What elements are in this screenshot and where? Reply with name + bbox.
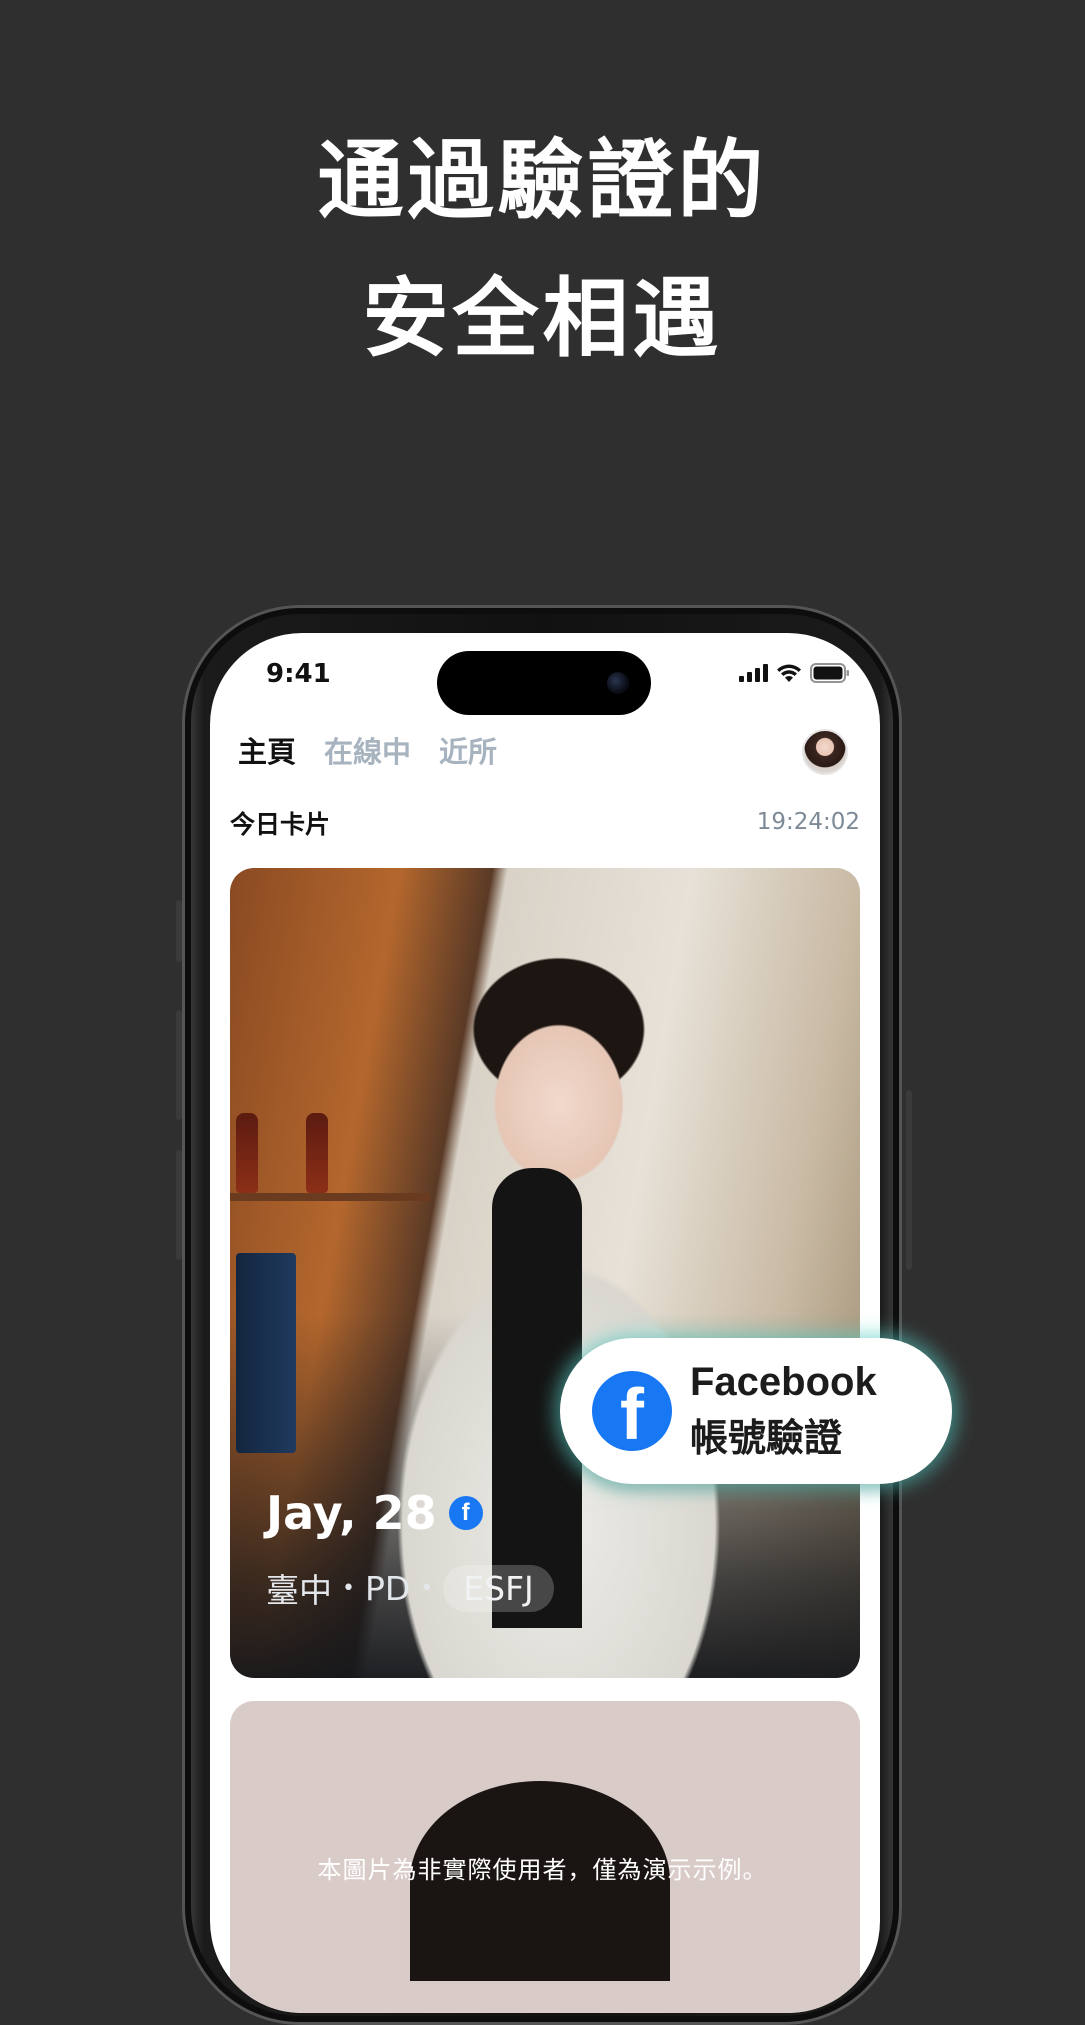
profile-name-row: Jay, 28 f bbox=[266, 1486, 483, 1540]
today-cards-title: 今日卡片 bbox=[230, 810, 331, 839]
status-icons bbox=[739, 663, 850, 683]
facebook-verification-text: Facebook 帳號驗證 bbox=[690, 1360, 877, 1462]
facebook-label: Facebook bbox=[690, 1360, 877, 1404]
wifi-icon bbox=[777, 664, 801, 682]
tab-online[interactable]: 在線中 bbox=[324, 729, 411, 771]
headline-line-2: 安全相遇 bbox=[362, 269, 723, 369]
countdown-timer: 19:24:02 bbox=[756, 809, 860, 835]
photo-bottle bbox=[236, 1113, 258, 1193]
profile-meta: 臺中 • PD • ESFJ bbox=[266, 1564, 554, 1612]
meta-separator: • bbox=[342, 1575, 355, 1601]
account-verification-label: 帳號驗證 bbox=[690, 1416, 843, 1460]
phone-volume-up-button bbox=[176, 1010, 182, 1120]
photo-bottle bbox=[306, 1113, 328, 1193]
cellular-signal-icon bbox=[739, 664, 768, 682]
photo-whisky-box bbox=[236, 1253, 296, 1453]
facebook-verified-icon: f bbox=[448, 1496, 483, 1530]
meta-separator: • bbox=[420, 1575, 434, 1601]
battery-icon bbox=[810, 663, 849, 683]
facebook-logo-icon: f bbox=[592, 1371, 672, 1451]
facebook-verification-callout: f Facebook 帳號驗證 bbox=[560, 1338, 952, 1484]
top-tabs: 主頁 在線中 近所 bbox=[238, 729, 497, 771]
phone-screen: 9:41 主頁 在線中 近所 今日卡片 19:24:02 Jay, 28 f 臺… bbox=[210, 633, 880, 2013]
profile-city: 臺中 bbox=[266, 1571, 332, 1610]
profile-mbti-badge: ESFJ bbox=[443, 1564, 554, 1612]
headline: 通過驗證的 安全相遇 bbox=[0, 112, 1085, 388]
headline-line-1: 通過驗證的 bbox=[317, 131, 768, 231]
phone-volume-down-button bbox=[176, 1150, 182, 1260]
demo-disclaimer: 本圖片為非實際使用者，僅為演示示例。 bbox=[317, 1856, 768, 1884]
phone-action-button bbox=[176, 900, 182, 962]
user-avatar[interactable] bbox=[802, 729, 848, 775]
profile-job: PD bbox=[364, 1568, 411, 1608]
tab-nearby[interactable]: 近所 bbox=[439, 729, 497, 771]
tab-home[interactable]: 主頁 bbox=[238, 729, 296, 771]
front-camera-icon bbox=[607, 672, 629, 694]
dynamic-island bbox=[437, 651, 651, 715]
phone-power-button bbox=[906, 1090, 912, 1270]
status-time: 9:41 bbox=[266, 659, 331, 689]
profile-card[interactable]: Jay, 28 f 臺中 • PD • ESFJ bbox=[230, 868, 860, 1678]
profile-name: Jay, 28 bbox=[266, 1486, 437, 1540]
